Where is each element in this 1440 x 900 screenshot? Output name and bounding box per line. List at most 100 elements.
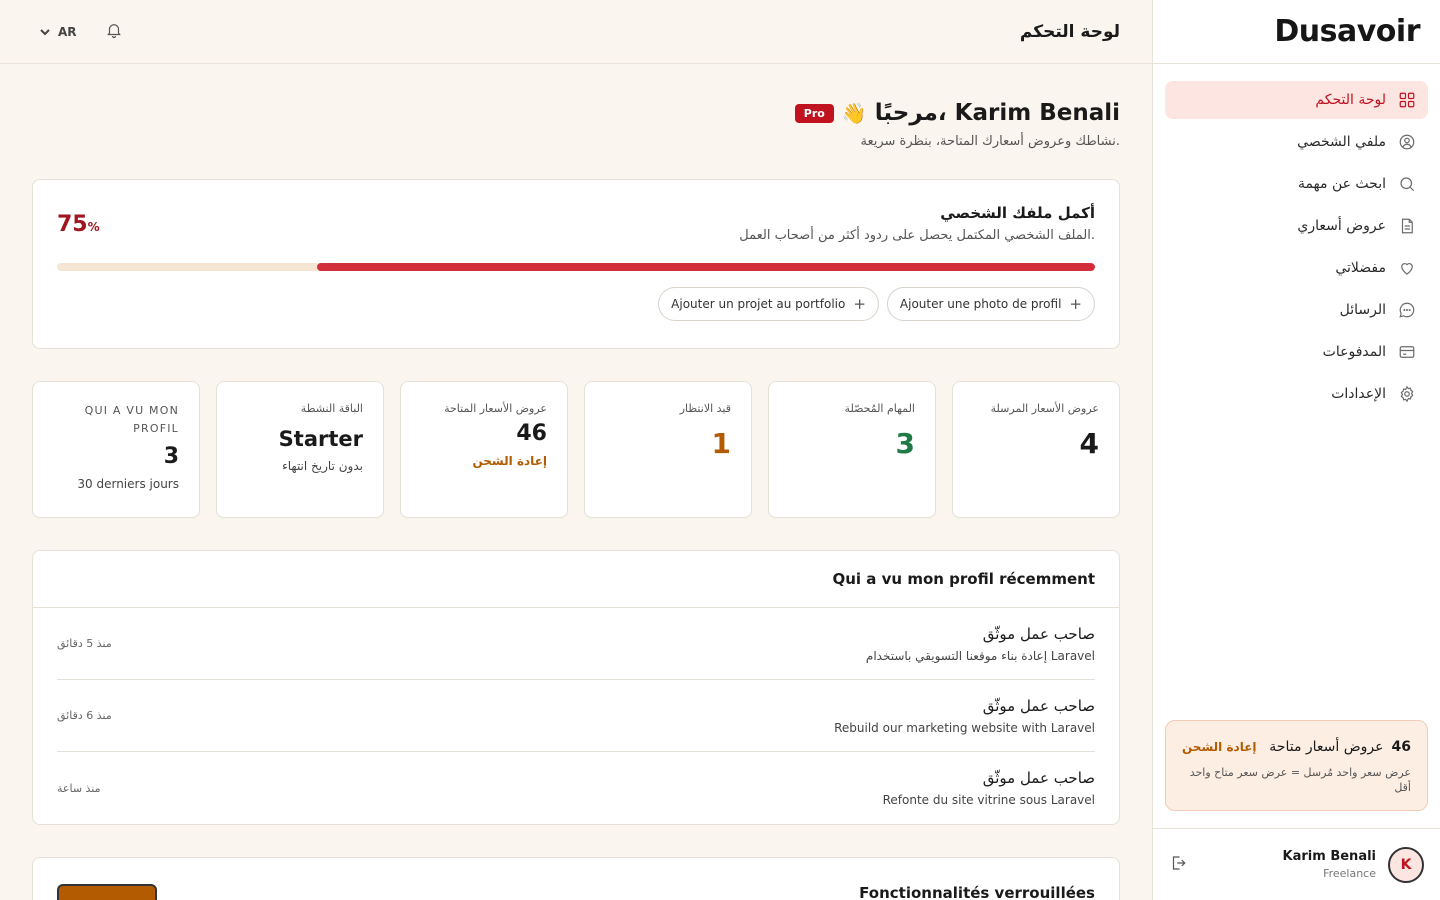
stat-value: 46: [516, 421, 547, 446]
stat-label: قيد الانتظار: [679, 402, 731, 415]
viewer-label: صاحب عمل موثّق: [982, 769, 1095, 787]
chip-label: Ajouter une photo de profil: [899, 297, 1062, 311]
credits-label: عروض أسعار متاحة: [1269, 739, 1384, 755]
view-time: منذ ساعة: [57, 781, 101, 795]
project-title: Rebuild our marketing website with Larav…: [834, 720, 1095, 735]
view-time: منذ 6 دقائق: [57, 709, 112, 722]
sidebar-item-label: الإعدادات: [1331, 386, 1386, 402]
credits-note: عرض سعر واحد مُرسل = عرض سعر متاح واحد أ…: [1189, 766, 1411, 795]
sidebar-nav: لوحة التحكم ملفي الشخصي ابحث عن مهمة عرو…: [1153, 64, 1440, 413]
gear-icon: [1400, 385, 1414, 403]
bell-icon: [106, 23, 121, 38]
sidebar-item-settings[interactable]: الإعدادات: [1165, 375, 1428, 413]
brand-logo[interactable]: Dusavoir: [1274, 14, 1420, 49]
stat-value: 3: [895, 427, 915, 460]
stats-row: عروض الأسعار المرسلة 4 المهام المُحصّلة …: [32, 381, 1120, 518]
sidebar-item-label: مفضلاتي: [1335, 260, 1386, 276]
list-item[interactable]: منذ 6 دقائق صاحب عمل موثّق Rebuild our m…: [57, 680, 1095, 752]
stat-label: عروض الأسعار المتاحة: [444, 402, 547, 415]
reload-credits-link[interactable]: إعادة الشحن: [421, 454, 547, 468]
notifications-button[interactable]: [105, 21, 123, 43]
recent-views-card: Qui a vu mon profil récemment منذ 5 دقائ…: [32, 550, 1120, 825]
profile-completion-card: أكمل ملفك الشخصي الملف الشخصي المكتمل يح…: [32, 179, 1120, 349]
language-label: AR: [58, 24, 77, 39]
stat-label: عروض الأسعار المرسلة: [990, 402, 1099, 415]
viewer-label: صاحب عمل موثّق: [982, 696, 1095, 715]
wave-emoji: 👋: [841, 101, 867, 125]
add-profile-photo-button[interactable]: + Ajouter une photo de profil: [886, 287, 1095, 321]
document-icon: [1401, 218, 1413, 234]
sidebar-item-find-job[interactable]: ابحث عن مهمة: [1165, 165, 1428, 203]
stat-label: QUI A VU MON PROFIL: [84, 404, 179, 435]
reload-credits-link[interactable]: إعادة الشحن: [1182, 740, 1257, 754]
sidebar-item-profile[interactable]: ملفي الشخصي: [1165, 123, 1428, 161]
stat-foot: بدون تاريخ انتهاء: [282, 459, 363, 473]
sidebar-item-label: الرسائل: [1339, 302, 1386, 318]
sidebar-item-quotes[interactable]: عروض أسعاري: [1165, 207, 1428, 245]
logout-icon: [1172, 855, 1186, 870]
percent-sign: %: [87, 220, 100, 234]
grid-icon: [1399, 92, 1415, 108]
welcome-title: مرحبًا، Karim Benali: [874, 100, 1120, 126]
stat-card-profile-views: QUI A VU MON PROFIL 3 30 derniers jours: [32, 381, 200, 518]
sidebar-item-payments[interactable]: المدفوعات: [1165, 333, 1428, 371]
percent-value: 75: [57, 212, 88, 237]
top-bar: AR لوحة التحكم: [0, 0, 1152, 64]
avatar[interactable]: K: [1388, 846, 1424, 883]
list-item[interactable]: منذ 5 دقائق صاحب عمل موثّق إعادة بناء مو…: [57, 608, 1095, 680]
plus-icon: +: [1069, 295, 1082, 313]
sidebar-item-messages[interactable]: الرسائل: [1165, 291, 1428, 329]
stat-value: 3: [163, 444, 179, 469]
chevron-down-icon: [40, 28, 50, 35]
add-portfolio-project-button[interactable]: + Ajouter un projet au portfolio: [658, 287, 879, 321]
stat-label: الباقة النشطة: [300, 402, 363, 415]
recent-views-title: Qui a vu mon profil récemment: [33, 551, 1119, 608]
stat-card-completed-jobs: المهام المُحصّلة 3: [768, 381, 936, 518]
sidebar-item-label: ابحث عن مهمة: [1297, 176, 1386, 192]
sidebar-item-favorites[interactable]: مفضلاتي: [1165, 249, 1428, 287]
viewer-label: صاحب عمل موثّق: [982, 624, 1095, 643]
stat-card-pending: قيد الانتظار 1: [584, 381, 752, 518]
profile-completion-title: أكمل ملفك الشخصي: [940, 204, 1095, 222]
profile-completion-subtitle: الملف الشخصي المكتمل يحصل على ردود أكثر …: [739, 228, 1095, 243]
profile-progress-bar: [57, 263, 1095, 271]
stat-card-active-plan: الباقة النشطة Starter بدون تاريخ انتهاء: [216, 381, 384, 518]
unlock-button[interactable]: [57, 884, 157, 900]
main-content: مرحبًا، Karim Benali 👋 Pro نشاطك وعروض أ…: [32, 64, 1120, 900]
user-bar: K Karim Benali Freelance: [1153, 828, 1440, 900]
credits-card: 46 عروض أسعار متاحة إعادة الشحن عرض سعر …: [1165, 720, 1428, 811]
sidebar: Dusavoir لوحة التحكم ملفي الشخصي ابحث عن…: [1152, 0, 1440, 900]
search-icon: [1400, 177, 1415, 192]
user-name: Karim Benali: [1282, 849, 1376, 864]
credit-card-icon: [1399, 346, 1415, 358]
locked-features-title: Fonctionnalités verrouillées: [859, 884, 1095, 900]
project-title: إعادة بناء موقعنا التسويقي باستخدام Lara…: [865, 648, 1095, 663]
user-role: Freelance: [1323, 867, 1376, 880]
language-selector[interactable]: AR: [40, 25, 77, 39]
stat-value: 1: [711, 427, 731, 460]
stat-value: 4: [1079, 427, 1099, 460]
credits-count: 46: [1391, 739, 1411, 755]
sidebar-item-label: المدفوعات: [1322, 344, 1386, 360]
view-time: منذ 5 دقائق: [57, 637, 112, 650]
profile-completion-percent: 75%: [57, 212, 100, 237]
logo-area: Dusavoir: [1153, 0, 1440, 64]
progress-fill: [316, 263, 1095, 271]
project-title: Refonte du site vitrine sous Laravel: [882, 793, 1095, 807]
stat-card-sent-quotes: عروض الأسعار المرسلة 4: [952, 381, 1120, 518]
plus-icon: +: [853, 295, 866, 313]
welcome-subtitle: نشاطك وعروض أسعارك المتاحة، بنظرة سريعة.: [860, 134, 1120, 149]
stat-foot: 30 derniers jours: [77, 477, 179, 491]
list-item[interactable]: منذ ساعة صاحب عمل موثّق Refonte du site …: [57, 752, 1095, 824]
sidebar-item-label: لوحة التحكم: [1315, 92, 1386, 108]
logout-button[interactable]: [1169, 854, 1187, 876]
user-circle-icon: [1399, 134, 1415, 150]
user-info: Karim Benali Freelance: [1283, 849, 1376, 880]
pro-badge: Pro: [794, 103, 834, 123]
chip-label: Ajouter un projet au portfolio: [671, 297, 846, 311]
chat-icon: [1399, 302, 1415, 318]
heart-icon: [1401, 263, 1413, 275]
locked-features-card: Fonctionnalités verrouillées: [32, 857, 1120, 900]
sidebar-item-dashboard[interactable]: لوحة التحكم: [1165, 81, 1428, 119]
stat-label: المهام المُحصّلة: [844, 402, 915, 415]
